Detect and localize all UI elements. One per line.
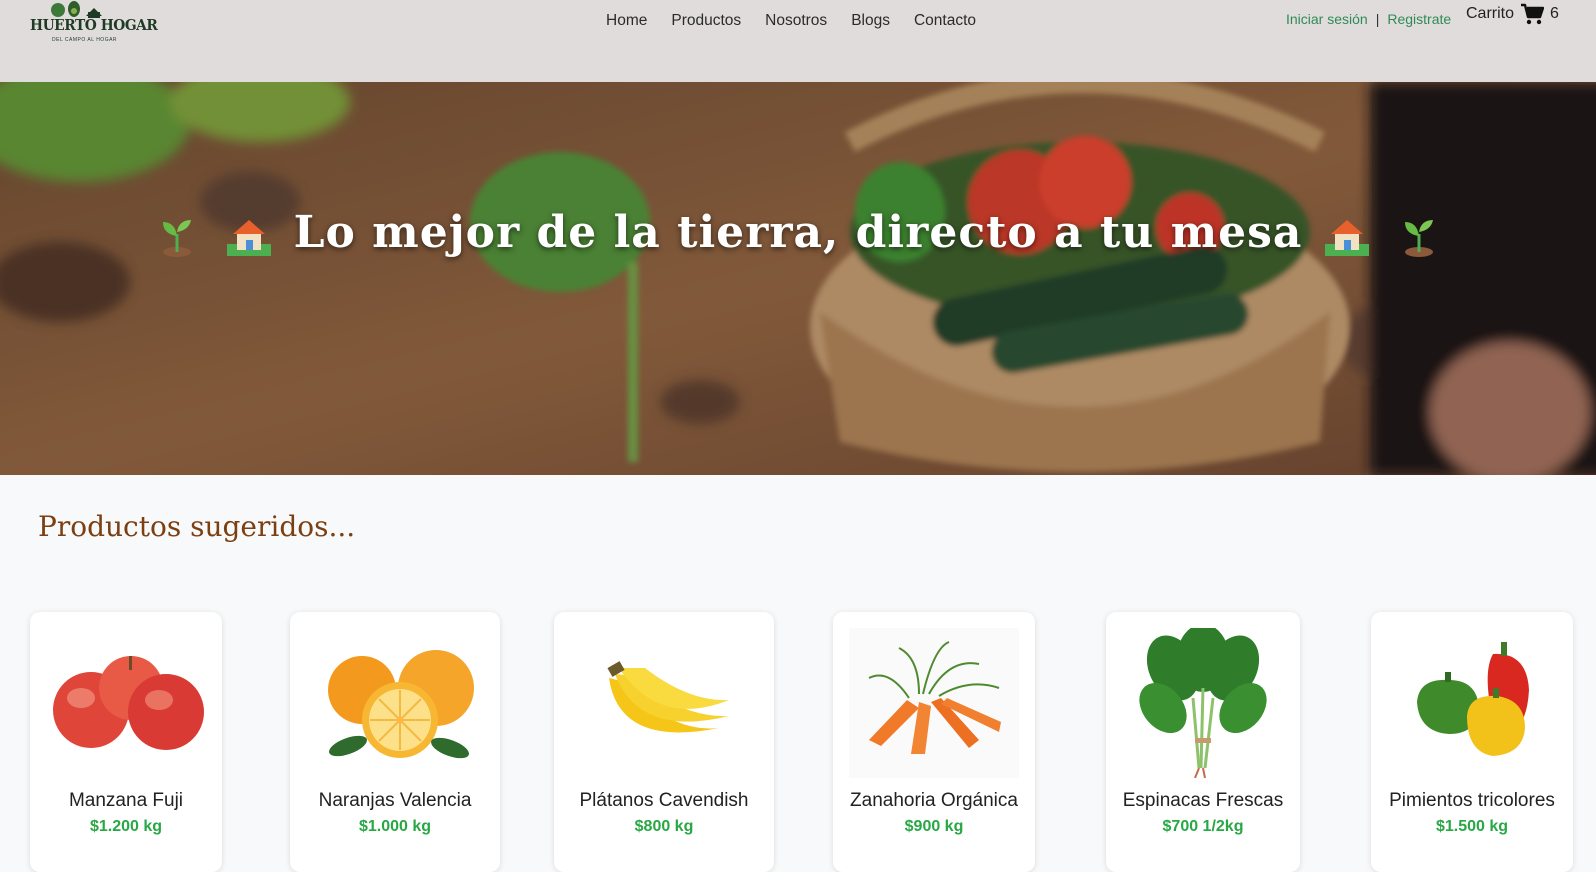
product-image-apples: [30, 628, 222, 778]
product-card[interactable]: Plátanos Cavendish $800 kg: [554, 612, 774, 872]
nav-contacto[interactable]: Contacto: [902, 11, 988, 31]
product-price: $1.000 kg: [358, 818, 432, 835]
product-card[interactable]: Pimientos tricolores $1.500 kg: [1371, 612, 1573, 872]
product-name: Zanahoria Orgánica: [850, 790, 1018, 811]
product-image-oranges: [290, 628, 500, 778]
hero-background-image: [0, 82, 1596, 475]
main-nav: Home Productos Nosotros Blogs Contacto: [594, 11, 988, 31]
hero-banner: Lo mejor de la tierra, directo a tu mesa: [0, 82, 1596, 475]
product-image-peppers: [1371, 628, 1573, 778]
product-card[interactable]: Manzana Fuji $1.200 kg: [30, 612, 222, 872]
cart-button[interactable]: Carrito 6: [1466, 3, 1559, 25]
product-price: $800 kg: [634, 818, 694, 835]
house-with-garden-icon: [1324, 219, 1369, 256]
login-link[interactable]: Iniciar sesión: [1286, 11, 1368, 27]
brand-name: HUERTO HOGAR: [30, 16, 158, 34]
auth-links: Iniciar sesión | Registrate: [1286, 11, 1451, 27]
product-price: $1.200 kg: [89, 818, 163, 835]
product-card[interactable]: Zanahoria Orgánica $900 kg: [833, 612, 1035, 872]
product-image-carrots: [833, 628, 1035, 778]
brand-logo[interactable]: HUERTO HOGAR DEL CAMPO AL HOGAR: [30, 0, 158, 44]
site-header: HUERTO HOGAR DEL CAMPO AL HOGAR Home Pro…: [0, 0, 1596, 82]
nav-productos[interactable]: Productos: [659, 11, 753, 31]
product-name: Pimientos tricolores: [1389, 790, 1555, 811]
shopping-cart-icon: [1521, 3, 1545, 25]
cart-count: 6: [1550, 5, 1559, 22]
house-with-garden-icon: [227, 219, 272, 256]
product-card[interactable]: Naranjas Valencia $1.000 kg: [290, 612, 500, 872]
product-image-spinach: [1106, 628, 1300, 778]
nav-blogs[interactable]: Blogs: [839, 11, 902, 31]
nav-home[interactable]: Home: [594, 11, 659, 31]
product-image-bananas: [554, 628, 774, 778]
hero-title-text: Lo mejor de la tierra, directo a tu mesa: [293, 207, 1303, 258]
register-link[interactable]: Registrate: [1387, 11, 1451, 27]
product-card[interactable]: Espinacas Frescas $700 1/2kg: [1106, 612, 1300, 872]
products-heading: Productos sugeridos...: [38, 510, 356, 543]
auth-separator: |: [1375, 11, 1380, 27]
hero-title: Lo mejor de la tierra, directo a tu mesa: [0, 207, 1596, 258]
product-name: Manzana Fuji: [68, 790, 184, 811]
cart-label: Carrito: [1466, 5, 1515, 22]
product-name: Naranjas Valencia: [318, 790, 472, 811]
product-price: $900 kg: [904, 818, 964, 835]
product-name: Plátanos Cavendish: [579, 790, 749, 811]
seedling-icon: [162, 219, 191, 257]
brand-tagline: DEL CAMPO AL HOGAR: [52, 37, 118, 43]
product-price: $700 1/2kg: [1162, 818, 1244, 835]
nav-nosotros[interactable]: Nosotros: [753, 11, 839, 31]
seedling-icon: [1405, 219, 1434, 257]
product-price: $1.500 kg: [1435, 818, 1509, 835]
product-name: Espinacas Frescas: [1122, 790, 1284, 811]
